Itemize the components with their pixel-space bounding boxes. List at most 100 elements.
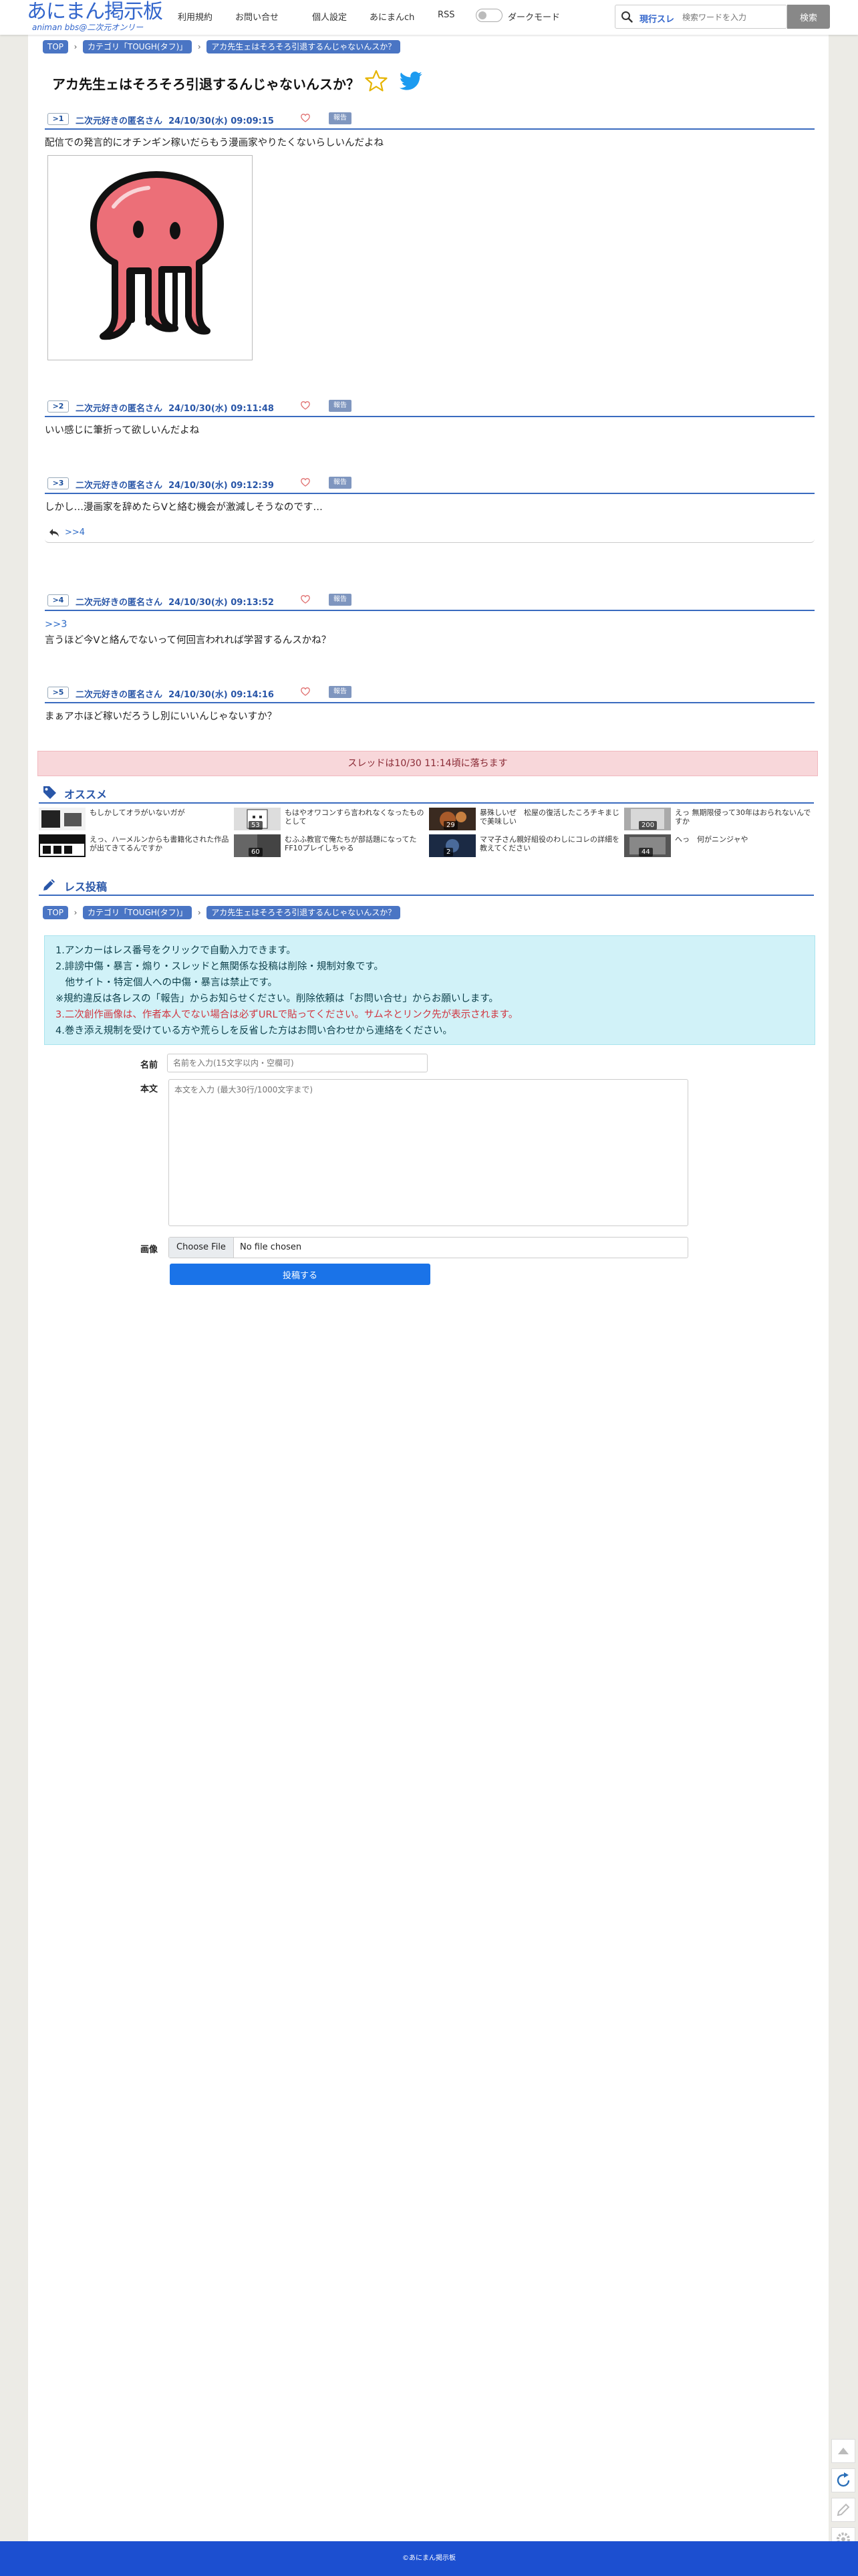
reply-link[interactable]: >>4	[65, 528, 85, 538]
breadcrumb-category[interactable]: カテゴリ「TOUGH(タフ)」	[83, 906, 192, 919]
comment-count-badge: 2	[444, 848, 454, 856]
breadcrumb-sep: ›	[197, 908, 201, 917]
twitter-icon[interactable]	[399, 71, 423, 92]
nav-settings[interactable]: 個人設定	[312, 10, 347, 23]
heart-icon[interactable]	[301, 478, 310, 487]
notice-line: 他サイト・特定個人への中傷・暴言は禁止です。	[55, 977, 278, 988]
reload-button[interactable]	[831, 2468, 855, 2492]
post-number[interactable]: >5	[47, 687, 69, 699]
post-header: >4 二次元好きの匿名さん 24/10/30(水) 09:13:52 報告	[45, 590, 815, 611]
heart-icon[interactable]	[301, 114, 310, 122]
heart-icon[interactable]	[301, 595, 310, 604]
tag-icon	[41, 784, 57, 800]
recommend-item[interactable]: 44 へっ 何がニンジャや	[624, 834, 818, 857]
report-button[interactable]: 報告	[329, 112, 351, 124]
edit-icon	[837, 2503, 850, 2516]
comment-count-badge: 29	[444, 821, 458, 830]
reply-form-header: レス投稿	[39, 874, 814, 896]
post-anchor-link[interactable]: >>3	[45, 616, 807, 632]
compose-button[interactable]	[831, 2498, 855, 2522]
post-date: 24/10/30(水) 09:09:15	[168, 116, 274, 126]
recommend-text: えっ 無期限侵って30年はおられないんですか	[675, 808, 811, 826]
recommend-item[interactable]: えっ、ハーメルンからも書籍化された作品が出てきてるんですか	[39, 834, 233, 857]
name-label: 名前	[140, 1060, 158, 1070]
reply-form-title: レス投稿	[64, 881, 108, 893]
post-author: 二次元好きの匿名さん	[76, 116, 163, 126]
breadcrumb-top[interactable]: TOP	[43, 906, 69, 919]
report-button[interactable]: 報告	[329, 594, 351, 606]
post-image[interactable]	[47, 155, 253, 360]
notice-line-report: ※規約違反は各レスの「報告」からお知らせください。削除依頼は「お問い合せ」からお…	[55, 993, 498, 1004]
search-button[interactable]: 検索	[787, 5, 830, 29]
recommend-item[interactable]: もしかしてオラがいないガが	[39, 808, 233, 830]
footer: ©あにまん掲示板	[0, 2541, 858, 2576]
post-author: 二次元好きの匿名さん	[76, 481, 163, 491]
submit-button[interactable]: 投稿する	[170, 1264, 430, 1285]
post-author-date: 二次元好きの匿名さん 24/10/30(水) 09:13:52	[76, 595, 274, 608]
recommend-title: オススメ	[64, 788, 108, 801]
top-navbar: あにまん掲示板 animan bbs@二次元オンリー 利用規約 お問い合せ 個人…	[0, 0, 858, 35]
recommend-item[interactable]: 60 むふふ教官で俺たちが部話題になってたFF10プレイしちゃる	[234, 834, 428, 857]
star-icon[interactable]	[365, 70, 388, 92]
comment-count-badge: 53	[249, 821, 263, 830]
post-4: >4 二次元好きの匿名さん 24/10/30(水) 09:13:52 報告 >>…	[45, 590, 815, 663]
body-textarea[interactable]	[168, 1079, 688, 1226]
logo-sub-text: animan bbs@二次元オンリー	[32, 23, 144, 32]
file-status: No file chosen	[240, 1242, 302, 1252]
nav-animanch[interactable]: あにまんch	[370, 10, 414, 23]
post-number[interactable]: >1	[47, 113, 69, 125]
heart-icon[interactable]	[301, 401, 310, 410]
post-number[interactable]: >2	[47, 400, 69, 413]
recommend-item[interactable]: 200 えっ 無期限侵って30年はおられないんですか	[624, 808, 818, 830]
body-label: 本文	[140, 1084, 158, 1094]
post-body: まぁアホほど稼いだろうし別にいいんじゃないすか？	[45, 711, 277, 722]
breadcrumb-thread[interactable]: アカ先生ェはそろそろ引退するんじゃないんスか？	[206, 40, 401, 53]
recommend-item[interactable]: 53 もはやオワコンすら言われなくなったものとして	[234, 808, 428, 830]
search-hot-threads-label[interactable]: 現行スレ	[639, 12, 674, 25]
reply-list-bar: >>4	[45, 523, 815, 543]
recommend-text: へっ 何がニンジャや	[675, 835, 748, 844]
breadcrumb-sep: ›	[74, 908, 78, 917]
breadcrumb-thread[interactable]: アカ先生ェはそろそろ引退するんじゃないんスか？	[206, 906, 401, 919]
post-date: 24/10/30(水) 09:13:52	[168, 598, 274, 608]
report-button[interactable]: 報告	[329, 400, 351, 412]
post-body: しかし…漫画家を辞めたらVと絡む機会が激減しそうなのです…	[45, 502, 323, 513]
dark-mode-toggle[interactable]	[476, 9, 503, 22]
choose-file-button[interactable]: Choose File	[169, 1238, 234, 1258]
breadcrumb-top[interactable]: TOP	[43, 40, 69, 53]
image-file-input[interactable]: Choose File No file chosen	[168, 1237, 688, 1258]
logo-main-text: あにまん掲示板	[27, 0, 163, 23]
recommend-item[interactable]: 2 ママ子さん親好組役のわしにコレの詳細を教えてください	[429, 834, 623, 857]
notice-line-fanart: 3.二次創作画像は、作者本人でない場合は必ずURLで貼ってください。サムネとリン…	[55, 1010, 519, 1020]
main-content: TOP › カテゴリ「TOUGH(タフ)」 › アカ先生ェはそろそろ引退するんじゃないん…	[28, 35, 829, 2541]
report-button[interactable]: 報告	[329, 477, 351, 489]
reply-icon	[49, 528, 59, 538]
recommend-text: もはやオワコンすら言われなくなったものとして	[285, 808, 424, 826]
reload-icon	[837, 2472, 850, 2487]
post-date: 24/10/30(水) 09:11:48	[168, 404, 274, 414]
scroll-top-button[interactable]	[831, 2439, 855, 2463]
post-body: いい感じに筆折って欲しいんだよね	[45, 425, 200, 436]
recommend-item[interactable]: 29 暴殊しいぜ 松屋の復活したころチキまじで美味しい	[429, 808, 623, 830]
nav-terms[interactable]: 利用規約	[178, 10, 212, 23]
nav-rss[interactable]: RSS	[438, 10, 455, 20]
breadcrumb-sep: ›	[197, 42, 201, 51]
heart-icon[interactable]	[301, 687, 310, 696]
post-author-date: 二次元好きの匿名さん 24/10/30(水) 09:12:39	[76, 478, 274, 491]
notice-line: 1.アンカーはレス番号をクリックで自動入力できます。	[55, 945, 296, 956]
recommend-thumbnail	[39, 834, 86, 857]
jellyfish-illustration	[90, 171, 224, 340]
site-logo[interactable]: あにまん掲示板 animan bbs@二次元オンリー	[27, 1, 167, 33]
nav-contact[interactable]: お問い合せ	[235, 10, 279, 23]
post-date: 24/10/30(水) 09:12:39	[168, 481, 274, 491]
breadcrumb-category[interactable]: カテゴリ「TOUGH(タフ)」	[83, 40, 192, 53]
report-button[interactable]: 報告	[329, 686, 351, 698]
post-number[interactable]: >3	[47, 477, 69, 489]
name-input[interactable]	[167, 1054, 428, 1072]
post-number[interactable]: >4	[47, 594, 69, 606]
comment-count-badge: 60	[249, 848, 263, 856]
post-body: >>3 言うほど今Vと絡んでないって何回言われれば学習するんスかね？	[45, 616, 807, 649]
search-box: 現行スレ	[615, 5, 787, 29]
recommend-text: えっ、ハーメルンからも書籍化された作品が出てきてるんですか	[90, 835, 229, 852]
search-input[interactable]	[681, 9, 784, 25]
